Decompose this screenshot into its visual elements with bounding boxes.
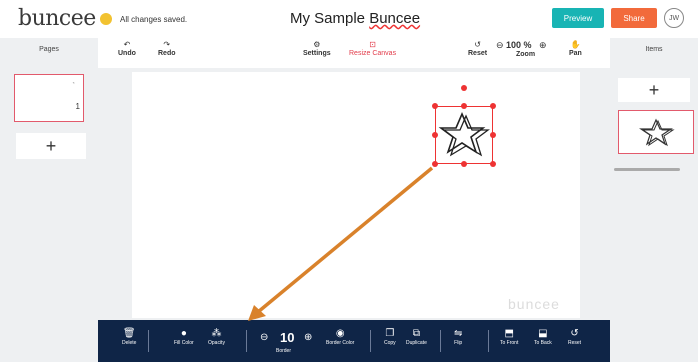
reset-icon: ↺ [474,40,481,49]
to-back-label: To Back [534,340,552,346]
resize-handle-n[interactable] [461,103,467,109]
to-front-label: To Front [500,340,519,346]
top-bar: buncee All changes saved. My Sample Bunc… [0,0,698,38]
flip-icon: ⇋ [454,328,463,339]
redo-button[interactable]: ↷ Redo [158,40,176,57]
reset-label: Reset [468,50,488,57]
items-title: Items [645,46,663,53]
copy-label: Copy [384,340,396,346]
preview-button[interactable]: Preview [552,8,604,28]
pan-button[interactable]: ✋ Pan [569,40,582,57]
border-decrease-icon[interactable]: ⊖ [260,332,268,343]
page-thumbnail[interactable]: ◔ 1 [14,74,84,122]
border-color-button[interactable]: ◉ Border Color [326,328,354,346]
zoom-out-icon[interactable]: ⊖ [496,40,504,51]
buncee-logo[interactable]: buncee [18,6,96,31]
resize-label: Resize Canvas [349,50,397,57]
zoom-value: 100 % [506,40,532,50]
to-front-button[interactable]: ⬒ To Front [500,328,518,346]
opacity-icon: ⁂ [211,328,222,339]
resize-handle-e[interactable] [490,132,496,138]
copy-icon: ❐ [385,328,395,339]
copy-button[interactable]: ❐ Copy [384,328,396,346]
flip-button[interactable]: ⇋ Flip [454,328,462,346]
settings-label: Settings [303,50,331,57]
pan-label: Pan [569,50,582,57]
reset-icon: ↺ [570,328,579,339]
document-title[interactable]: My Sample Buncee [290,10,420,27]
divider [440,330,441,352]
redo-icon: ↷ [163,40,171,49]
undo-label: Undo [118,50,136,57]
undo-button[interactable]: ↶ Undo [118,40,136,57]
divider [370,330,371,352]
star-item-icon [639,118,675,147]
fill-color-label: Fill Color [174,340,194,346]
resize-handle-se[interactable] [490,161,496,167]
redo-label: Redo [158,50,176,57]
title-word: Buncee [369,10,421,27]
border-label-wrap: Border [276,348,291,354]
delete-button[interactable]: 🗑 Delete [122,328,136,346]
opacity-button[interactable]: ⁂ Opacity [208,328,225,346]
border-value: 10 [280,330,295,345]
save-status: All changes saved. [120,15,188,24]
flip-label: Flip [454,340,463,346]
fill-circle-icon: ● [180,328,187,339]
item-reset-label: Reset [568,340,582,346]
send-back-icon: ⬓ [538,328,548,339]
title-prefix: My Sample [290,10,370,27]
border-color-label: Border Color [326,340,355,346]
border-label: Border [276,348,292,354]
zoom-label-wrap: Zoom [516,51,535,58]
resize-canvas-button[interactable]: ⊡ Resize Canvas [349,40,396,57]
zoom-in-icon[interactable]: ⊕ [539,40,547,51]
page-options-icon[interactable]: ◔ [71,81,75,87]
resize-handle-w[interactable] [432,132,438,138]
selection-box[interactable] [435,106,493,164]
duplicate-label: Duplicate [406,340,427,346]
canvas[interactable] [132,72,580,318]
rotate-handle[interactable] [461,85,467,91]
pages-title: Pages [39,46,59,53]
bring-front-icon: ⬒ [504,328,514,339]
settings-button[interactable]: ⚙ Settings [303,40,331,57]
page-number: 1 [75,102,80,111]
divider [148,330,149,352]
border-increase-icon[interactable]: ⊕ [304,332,312,343]
watermark: buncee [508,296,560,312]
avatar[interactable]: JW [664,8,684,28]
item-toolbar: 🗑 Delete ● Fill Color ⁂ Opacity ⊖ 10 ⊕ B… [98,320,610,362]
to-back-button[interactable]: ⬓ To Back [534,328,552,346]
zoom-label: Zoom [516,51,536,58]
items-scrollbar[interactable] [614,168,680,171]
add-page-button[interactable]: + [16,133,86,159]
pages-panel: Pages ◔ 1 + [0,38,98,362]
canvas-toolbar: ↶ Undo ↷ Redo ⚙ Settings ⊡ Resize Canvas… [98,38,610,68]
duplicate-button[interactable]: ⧉ Duplicate [406,328,427,346]
divider [246,330,247,352]
reset-button[interactable]: ↺ Reset [468,40,487,57]
opacity-label: Opacity [208,340,225,346]
duplicate-icon: ⧉ [412,328,420,339]
items-panel: Items + [610,38,698,362]
item-thumbnail[interactable] [618,110,694,154]
border-circle-icon: ◉ [335,328,345,339]
resize-handle-s[interactable] [461,161,467,167]
divider [488,330,489,352]
delete-label: Delete [122,340,137,346]
trash-icon: 🗑 [122,328,136,339]
gear-icon: ⚙ [313,40,321,49]
resize-icon: ⊡ [369,40,376,49]
undo-icon: ↶ [123,40,131,49]
add-item-button[interactable]: + [618,78,690,102]
fill-color-button[interactable]: ● Fill Color [174,328,194,346]
resize-handle-ne[interactable] [490,103,496,109]
item-reset-button[interactable]: ↺ Reset [568,328,581,346]
share-button[interactable]: Share [611,8,657,28]
resize-handle-nw[interactable] [432,103,438,109]
edu-badge-icon [100,13,112,25]
resize-handle-sw[interactable] [432,161,438,167]
hand-icon: ✋ [570,40,581,49]
